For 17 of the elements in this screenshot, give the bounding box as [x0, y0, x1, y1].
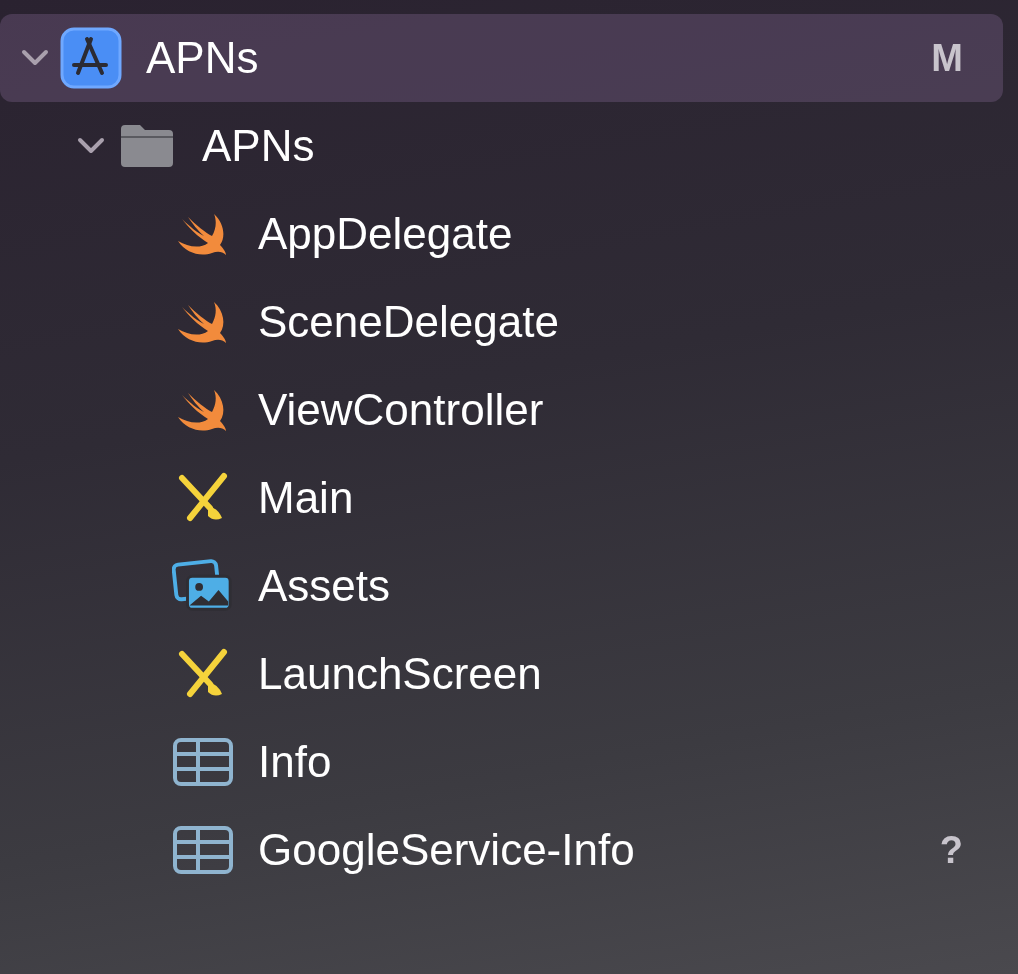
- table-icon: [172, 737, 234, 787]
- navigator-row[interactable]: Info: [0, 718, 1003, 806]
- status-label: ?: [939, 828, 963, 872]
- navigator-row[interactable]: AppDelegate: [0, 190, 1003, 278]
- navigator-row[interactable]: SceneDelegate: [0, 278, 1003, 366]
- navigator-row[interactable]: Main: [0, 454, 1003, 542]
- navigator-row[interactable]: LaunchScreen: [0, 630, 1003, 718]
- folder-icon: [118, 123, 176, 169]
- image-stack-icon: [172, 558, 234, 614]
- navigator-row[interactable]: GoogleService-Info ?: [0, 806, 1003, 894]
- navigator-row[interactable]: APNs M: [0, 14, 1003, 102]
- status-label: M: [931, 36, 963, 80]
- navigator-row[interactable]: APNs: [0, 102, 1003, 190]
- navigator-row[interactable]: Assets: [0, 542, 1003, 630]
- navigator-row[interactable]: ViewController: [0, 366, 1003, 454]
- app-project-icon: [60, 27, 122, 89]
- table-icon: [172, 825, 234, 875]
